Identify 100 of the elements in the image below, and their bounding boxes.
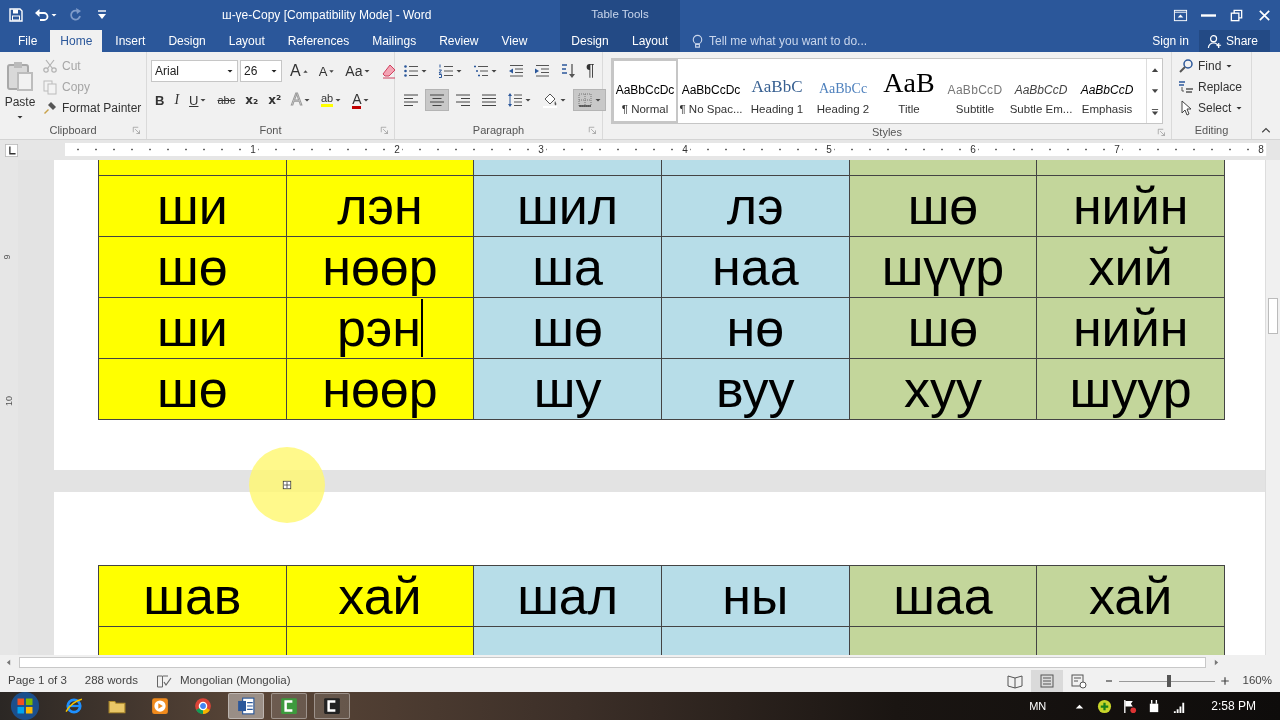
search-icon [1178, 57, 1194, 74]
share-button[interactable]: Share [1198, 30, 1270, 52]
taskbar-button[interactable] [228, 693, 264, 719]
ruler-number: 2 [392, 143, 402, 156]
lightbulb-icon [690, 33, 705, 49]
down-triangle-icon [328, 67, 336, 75]
select-button[interactable]: Select [1176, 97, 1246, 118]
plus-circle-icon[interactable] [1097, 698, 1113, 714]
shrink-font-button[interactable]: A [314, 60, 340, 82]
scissors-icon [42, 57, 58, 74]
ribbon-tab[interactable]: References [277, 30, 360, 52]
highlight-button[interactable]: ab [316, 89, 347, 111]
group-label: Font [259, 123, 282, 139]
undo-icon [34, 7, 50, 23]
italic-button[interactable]: I [170, 89, 184, 111]
start-button[interactable] [10, 691, 40, 720]
ruler-number: 1 [248, 143, 258, 156]
font-name-field[interactable]: Arial [151, 60, 238, 82]
ribbon-tab[interactable]: Layout [620, 30, 680, 52]
save-icon [8, 7, 24, 23]
ribbon-tab[interactable]: Review [429, 30, 489, 52]
print-layout-button[interactable] [1030, 670, 1063, 692]
horizontal-scrollbar[interactable] [0, 655, 1280, 670]
zoom-in-icon[interactable] [1218, 675, 1231, 687]
flag-icon[interactable] [1122, 698, 1138, 714]
superscript-button[interactable]: x² [264, 89, 286, 111]
taskbar-button[interactable] [271, 693, 307, 719]
book-check-icon[interactable] [155, 673, 172, 689]
paste-button[interactable]: Paste [4, 55, 36, 121]
taskbar-button[interactable] [314, 693, 350, 719]
numbered-list-icon [438, 63, 454, 79]
caret-icon [490, 67, 498, 75]
more-styles-icon[interactable] [1149, 107, 1160, 118]
group-label: Clipboard [49, 123, 97, 139]
table-cell: вуу [661, 358, 850, 419]
caret-icon [270, 67, 278, 75]
ribbon-tab[interactable]: Layout [218, 30, 275, 52]
zoom-level[interactable]: 160% [1242, 672, 1272, 690]
right-arrow-icon[interactable] [1212, 658, 1221, 667]
letter-c-tile-icon [323, 697, 341, 715]
table-cell: ны [661, 565, 850, 627]
table-cell: хай [1036, 565, 1225, 627]
zoom-slider-thumb[interactable] [1167, 675, 1172, 687]
ribbon-tab[interactable]: Design [158, 30, 216, 52]
table-cell: хий [1036, 236, 1225, 297]
borders-button[interactable] [573, 89, 606, 111]
table-cell: нөөр [286, 236, 474, 297]
format-painter-button[interactable]: Format Painter [40, 97, 144, 118]
tab-selector-icon[interactable] [5, 143, 18, 157]
scrollbar-thumb[interactable] [1268, 298, 1278, 334]
ruler-number: 7 [1112, 143, 1122, 156]
left-arrow-icon[interactable] [4, 658, 13, 667]
font-color-button[interactable]: A [348, 89, 375, 111]
paintbrush-icon [42, 99, 58, 116]
justify-icon [481, 92, 497, 108]
ruler-number: 6 [968, 143, 978, 156]
language-indicator[interactable]: Mongolian (Mongolia) [179, 672, 291, 690]
ribbon-tab[interactable]: Mailings [362, 30, 427, 52]
caret-icon [226, 67, 234, 75]
vertical-scrollbar[interactable] [1265, 160, 1280, 655]
ribbon-tab[interactable]: File [8, 30, 48, 52]
formatting-marks-button[interactable]: ¶ [582, 60, 599, 82]
style-option[interactable]: AaBbCcDc ¶ Normal [612, 59, 678, 123]
group-label: Styles [872, 125, 902, 140]
borders-icon [577, 92, 593, 108]
ribbon-tab[interactable]: View [491, 30, 538, 52]
table-cell: нийн [1036, 175, 1225, 236]
align-center-button[interactable] [425, 89, 449, 111]
align-right-icon [455, 92, 471, 108]
ribbon-tab[interactable]: Insert [105, 30, 156, 52]
ruler-number: 5 [824, 143, 834, 156]
person-icon [1206, 33, 1222, 49]
table-cell: нийн [1036, 297, 1225, 358]
grow-font-button[interactable]: A [286, 60, 313, 82]
subscript-button[interactable]: x₂ [241, 89, 263, 111]
strikethrough-button[interactable]: abc [213, 89, 240, 111]
change-case-button[interactable]: Aa [341, 60, 376, 82]
page-count[interactable]: Page 1 of 3 [8, 672, 67, 690]
ribbon-tab[interactable]: Design [560, 30, 620, 52]
bold-button[interactable]: B [151, 89, 169, 111]
font-size-field[interactable]: 26 [240, 60, 282, 82]
find-button[interactable]: Find [1176, 55, 1246, 76]
replace-button[interactable]: Replace [1176, 76, 1246, 97]
web-page-icon [1070, 673, 1087, 689]
page-icon [1038, 673, 1055, 689]
caret-icon [455, 67, 463, 75]
sign-in-link[interactable]: Sign in [1142, 30, 1199, 52]
align-center-icon [429, 92, 445, 108]
table-cell: шу [473, 358, 662, 419]
underline-button[interactable]: U [185, 89, 212, 111]
input-language-indicator[interactable]: MN [1029, 697, 1047, 715]
ruler-number: 8 [1256, 143, 1266, 156]
ruler-number: 9 [1, 254, 12, 260]
ribbon-tab[interactable]: Home [50, 30, 103, 52]
table-cell: ши [98, 175, 287, 236]
word-count[interactable]: 288 words [84, 672, 138, 690]
scrollbar-thumb[interactable] [19, 657, 1206, 668]
search-field[interactable]: Tell me what you want to do... [709, 32, 899, 50]
table-cell: шаа [849, 565, 1037, 627]
clock[interactable]: 2:58 PM [1211, 697, 1256, 715]
